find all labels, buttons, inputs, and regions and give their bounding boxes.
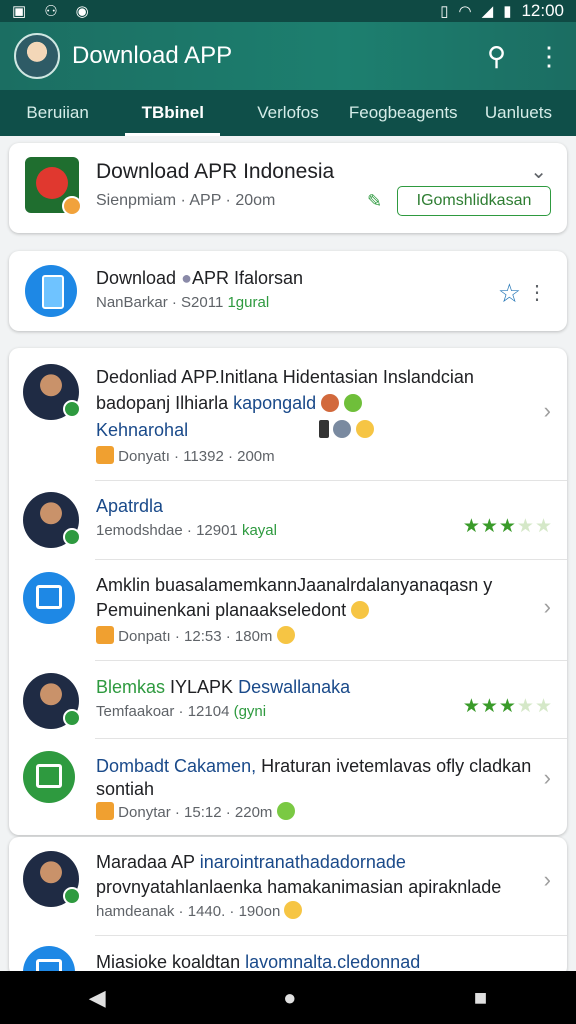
featured-subtitle: Sienpmiam · APP · 20om — [96, 192, 276, 209]
download-icon — [96, 626, 114, 644]
rating-stars: ★★★★★ — [462, 696, 553, 717]
leaf-icon — [344, 394, 363, 412]
featured-card[interactable]: Download APR Indonesia Sienpmiam · APP ·… — [9, 143, 567, 233]
tab-5[interactable]: Uanluets — [461, 90, 576, 136]
chevron-right-icon[interactable]: › — [544, 594, 551, 620]
chevron-right-icon[interactable]: › — [544, 867, 551, 893]
battery-icon: ▮ — [503, 2, 512, 20]
app-card-title: Download ●APR Ifalorsan — [96, 268, 303, 288]
gallery-icon: ▣ — [12, 2, 27, 20]
tab-2[interactable]: TBbinel — [115, 90, 230, 136]
smile-icon — [284, 901, 303, 919]
chevron-down-icon[interactable]: ⌄ — [530, 159, 547, 184]
app-card[interactable]: Download ●APR Ifalorsan NanBarkar · S201… — [9, 251, 567, 331]
list-item[interactable]: Dedonliad APP.Initlana Hidentasian Insla… — [9, 348, 567, 480]
tab-1[interactable]: Beruiian — [0, 90, 115, 136]
home-icon[interactable]: ● — [283, 985, 296, 1011]
app-card-subtitle: NanBarkar · S2011 1gural — [96, 294, 270, 311]
emoji-icon — [321, 394, 340, 412]
phone-small-icon — [319, 420, 329, 438]
emoji-icon — [355, 420, 374, 438]
chevron-right-icon[interactable]: › — [544, 765, 551, 791]
gamepad-icon: ⚇ — [44, 2, 58, 20]
edit-icon[interactable]: ✎ — [367, 191, 382, 212]
search-icon[interactable]: ⚲ — [487, 41, 506, 72]
list-item[interactable]: Blemkas IYLAPK Deswallanaka Temfaakoar ·… — [9, 661, 567, 738]
download-icon — [96, 802, 114, 820]
list-item[interactable]: Apatrdla 1emodshdae · 12901 kayal ★★★★★ — [9, 481, 567, 559]
app-logo — [14, 33, 60, 79]
app-bar: Download APP ⚲ ⋮ — [0, 22, 576, 90]
tag-icon: ● — [181, 268, 192, 288]
list-item[interactable]: Dombadt Cakamen, Hraturan ivetemlavas of… — [9, 739, 567, 834]
avatar — [23, 851, 81, 907]
featured-title: Download APR Indonesia — [96, 160, 335, 183]
system-nav-bar: ◀ ● ■ — [0, 971, 576, 1024]
signal-icon: ◢ — [481, 2, 494, 20]
list-item[interactable]: Maradaa AP inarointranathadadornade prov… — [9, 837, 567, 935]
app-title: Download APP — [72, 42, 233, 69]
rating-stars: ★★★★★ — [462, 516, 553, 537]
chevron-right-icon[interactable]: › — [544, 398, 551, 424]
status-bar: ▣ ⚇ ◉ ▯ ◠ ◢ ▮ 12:00 — [0, 0, 576, 22]
phone-icon — [25, 265, 77, 317]
smile-icon — [276, 802, 295, 820]
more-vert-icon[interactable]: ⋮ — [527, 280, 547, 305]
avatar — [23, 364, 81, 420]
wifi-icon: ◠ — [458, 2, 472, 20]
app-icon — [23, 572, 75, 624]
tab-3[interactable]: Verlofos — [230, 90, 345, 136]
list-item[interactable]: Amklin buasalamemkannJaanalrdalanyanaqas… — [9, 560, 567, 660]
app-list: Dedonliad APP.Initlana Hidentasian Insla… — [9, 348, 567, 835]
tab-4[interactable]: Feogbeagents — [346, 90, 461, 136]
app-icon — [23, 751, 75, 803]
star-outline-icon[interactable]: ☆ — [498, 278, 521, 309]
more-vert-icon[interactable]: ⋮ — [536, 41, 562, 72]
tab-bar: Beruiian TBbinel Verlofos Feogbeagents U… — [0, 90, 576, 136]
smile-icon — [276, 626, 295, 644]
recents-icon[interactable]: ■ — [474, 985, 487, 1011]
download-icon — [96, 446, 114, 464]
app-list-bottom: Maradaa AP inarointranathadadornade prov… — [9, 837, 567, 998]
app-icon — [25, 157, 82, 216]
face-icon — [333, 420, 352, 438]
back-icon[interactable]: ◀ — [89, 985, 106, 1011]
action-button[interactable]: IGomshlidkasan — [397, 186, 551, 216]
smile-icon — [351, 601, 370, 619]
status-time: 12:00 — [521, 1, 564, 20]
avatar — [23, 673, 81, 729]
vibrate-icon: ▯ — [440, 2, 449, 20]
notification-icon: ◉ — [75, 2, 89, 20]
avatar — [23, 492, 81, 548]
